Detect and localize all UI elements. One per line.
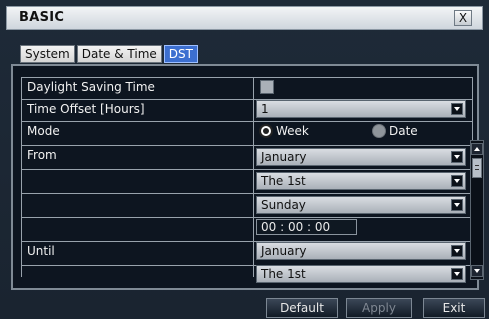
chevron-down-icon [451,268,463,280]
tab-dst[interactable]: DST [163,45,198,63]
mode-date-label: Date [389,124,418,138]
scroll-thumb[interactable] [472,158,482,178]
from-day-select[interactable]: Sunday [256,196,466,214]
until-week-select[interactable]: The 1st [256,265,466,283]
from-label: From [27,148,57,162]
from-day-value: Sunday [261,198,306,212]
close-icon: X [458,11,468,25]
title-bar: BASIC X [6,6,483,30]
column-divider [253,77,254,277]
column-divider [21,77,22,277]
scroll-down-icon[interactable] [471,265,483,277]
mode-date-radio[interactable] [372,124,386,138]
dst-checkbox[interactable] [260,80,274,94]
dst-label: Daylight Saving Time [27,80,155,94]
basic-settings-window: BASIC X System Date & Time DST Daylight … [0,0,489,319]
tab-system[interactable]: System [20,45,75,63]
row-divider [21,169,473,170]
window-title: BASIC [19,10,65,25]
vertical-scrollbar[interactable] [470,140,484,280]
chevron-down-icon [451,175,463,187]
time-offset-label: Time Offset [Hours] [27,102,145,116]
time-offset-select[interactable]: 1 [256,100,466,118]
row-divider [21,121,473,122]
until-label: Until [27,244,55,258]
from-month-select[interactable]: January [256,148,466,166]
chevron-down-icon [451,103,463,115]
mode-label: Mode [27,124,60,138]
chevron-down-icon [451,199,463,211]
close-button[interactable]: X [454,10,472,26]
time-offset-value: 1 [261,102,269,116]
exit-button[interactable]: Exit [423,298,485,318]
from-time-input[interactable]: 00 : 00 : 00 [256,219,357,235]
scroll-up-icon[interactable] [471,143,483,155]
tab-date-time[interactable]: Date & Time [76,45,162,63]
apply-button[interactable]: Apply [346,298,412,318]
row-divider [21,77,473,78]
mode-week-label: Week [276,124,309,138]
from-week-select[interactable]: The 1st [256,172,466,190]
chevron-down-icon [451,245,463,257]
default-button[interactable]: Default [266,298,338,318]
tab-bar: System Date & Time DST [20,45,198,63]
row-divider [21,193,473,194]
until-week-value: The 1st [261,267,306,281]
until-month-select[interactable]: January [256,242,466,260]
from-week-value: The 1st [261,174,306,188]
row-divider [21,145,473,146]
row-divider [21,217,473,218]
until-month-value: January [261,244,307,258]
mode-week-radio[interactable] [259,124,273,138]
chevron-down-icon [451,151,463,163]
from-month-value: January [261,150,307,164]
